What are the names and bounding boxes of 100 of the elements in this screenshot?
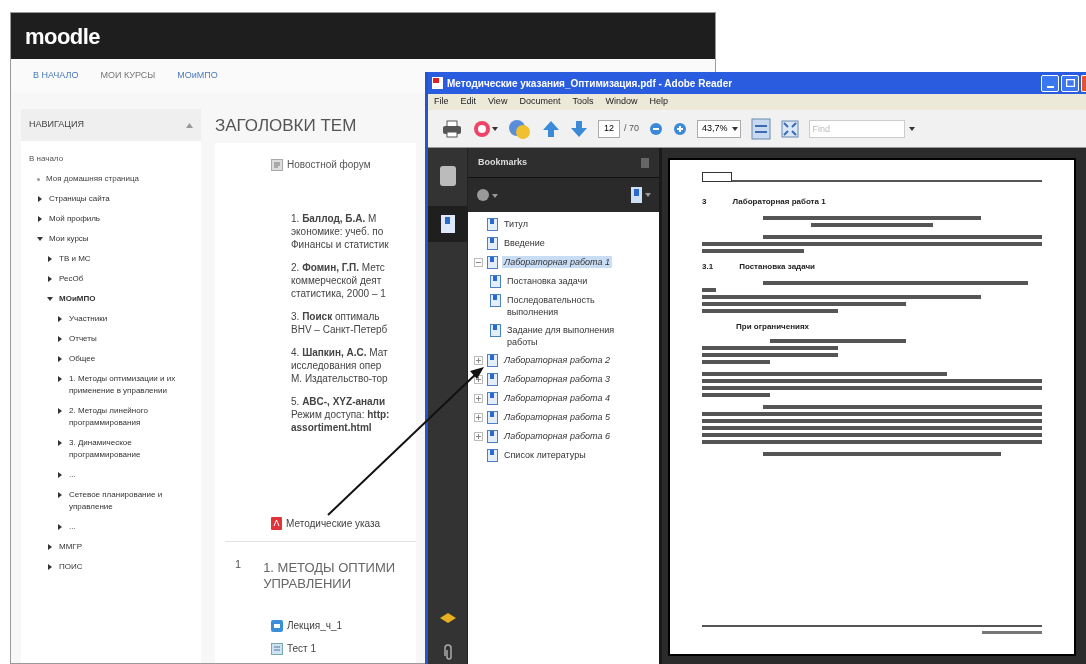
print-icon[interactable] — [442, 119, 462, 138]
chapter-number: 3 — [702, 196, 707, 208]
bookmark-item[interactable]: Постановка задачи — [505, 275, 590, 287]
tree-item[interactable]: ММГР — [59, 541, 82, 553]
expanded-icon[interactable] — [37, 236, 43, 242]
tree-item[interactable]: ... — [69, 469, 76, 481]
bookmark-item[interactable]: Лабораторная работа 3 — [502, 373, 612, 385]
collapse-toggle[interactable] — [474, 258, 483, 267]
dropdown-icon[interactable] — [908, 126, 915, 131]
panel-close-icon[interactable] — [641, 157, 649, 168]
minimize-icon — [1046, 85, 1054, 88]
options-icon[interactable] — [476, 188, 498, 202]
maximize-button[interactable] — [1061, 74, 1079, 92]
bookmark-icon — [487, 354, 498, 367]
expand-toggle[interactable] — [474, 394, 483, 403]
full-screen-icon[interactable] — [780, 119, 799, 138]
collapsed-icon[interactable] — [37, 216, 43, 222]
bookmark-item[interactable]: Список литературы — [502, 449, 588, 461]
forum-link[interactable]: Новостной форум — [287, 157, 371, 172]
next-page-icon[interactable] — [570, 119, 588, 138]
tree-item[interactable]: ... — [69, 521, 76, 533]
bookmark-item[interactable]: Задание для выполнения работы — [505, 324, 645, 348]
tree-item[interactable]: 1. Методы оптимизации и их применение в управлении — [69, 373, 179, 397]
tree-item[interactable]: ТВ и МС — [59, 253, 91, 265]
menu-item[interactable]: View — [488, 95, 508, 109]
collapsed-icon[interactable] — [57, 408, 63, 414]
collapsed-icon[interactable] — [57, 440, 63, 446]
bookmark-item[interactable]: Лабораторная работа 4 — [502, 392, 612, 404]
expanded-icon[interactable] — [47, 296, 53, 302]
tree-item[interactable]: Мой профиль — [49, 213, 100, 225]
pages-icon[interactable] — [439, 166, 456, 186]
tree-item[interactable]: Сетевое планирование и управление — [69, 489, 179, 513]
collapsed-icon[interactable] — [57, 336, 63, 342]
bookmark-item[interactable]: Лабораторная работа 2 — [502, 354, 612, 366]
menu-item[interactable]: Document — [519, 95, 561, 109]
collapsed-icon[interactable] — [57, 472, 63, 478]
collapsed-icon[interactable] — [57, 492, 63, 498]
minimize-button[interactable] — [1041, 74, 1059, 92]
tree-item[interactable]: Мои курсы — [49, 233, 89, 245]
previous-page-icon[interactable] — [542, 119, 560, 138]
menu-item[interactable]: Tools — [572, 95, 594, 109]
page-number-field[interactable]: 12 — [598, 119, 620, 138]
bookmarks-tab[interactable] — [427, 206, 468, 242]
tree-item[interactable]: 2. Методы линейного программирования — [69, 405, 179, 429]
tree-item[interactable]: МОиМПО — [59, 293, 96, 305]
reference-text: assortiment.html — [291, 421, 372, 434]
tree-item[interactable]: В начало — [29, 153, 64, 165]
bookmark-item[interactable]: Лабораторная работа 6 — [502, 430, 612, 442]
paperclip-icon[interactable] — [441, 644, 454, 662]
bookmark-item[interactable]: Введение — [502, 237, 547, 249]
bookmark-page-icon — [440, 215, 455, 233]
collapsed-icon[interactable] — [57, 524, 63, 530]
tree-item[interactable]: ПОИС — [59, 561, 83, 573]
section-title: УПРАВЛЕНИИ — [263, 576, 351, 592]
new-bookmark-icon[interactable] — [631, 187, 651, 203]
activity-link[interactable]: Тест 1 — [287, 641, 317, 656]
menu-item[interactable]: File — [434, 95, 449, 109]
bookmark-item[interactable]: Последовательность выполнения — [505, 294, 645, 318]
tree-item[interactable]: Участники — [69, 313, 108, 325]
collapsed-icon[interactable] — [57, 376, 63, 382]
menu-item[interactable]: Edit — [460, 95, 477, 109]
zoom-dropdown[interactable]: 43,7% — [697, 119, 741, 138]
reference-text: коммерческой деят — [291, 274, 382, 287]
collapsed-icon[interactable] — [37, 196, 43, 202]
activity-link[interactable]: Лекция_ч_1 — [287, 618, 343, 633]
zoom-in-icon[interactable] — [673, 121, 687, 136]
tree-item[interactable]: Отчеты — [69, 333, 97, 345]
tree-item[interactable]: Общее — [69, 353, 96, 365]
reference-text: 4. Шапкин, А.С. Мат — [291, 346, 388, 359]
tree-item[interactable]: 3. Динамическое программирование — [69, 437, 179, 461]
expand-toggle[interactable] — [474, 432, 483, 441]
collapsed-icon[interactable] — [57, 316, 63, 322]
share-icon[interactable] — [472, 118, 498, 139]
bookmark-item[interactable]: Лабораторная работа 1 — [502, 256, 612, 268]
nav-link[interactable]: МОИ КУРСЫ — [100, 69, 156, 83]
pdf-link[interactable]: Методические указа — [286, 516, 381, 531]
find-field[interactable]: Find — [808, 119, 905, 138]
window-title: Методические указания_Оптимизация.pdf - Adobe Reader — [447, 76, 734, 91]
collapsed-icon[interactable] — [47, 544, 53, 550]
logo[interactable]: moodle — [25, 19, 100, 53]
expand-toggle[interactable] — [474, 413, 483, 422]
fit-page-icon[interactable] — [750, 117, 771, 140]
reference-text: статистика, 2000 – 1 — [291, 287, 386, 300]
reference-text: 2. Фомин, Г.П. Метс — [291, 261, 385, 274]
menu-item[interactable]: Help — [649, 95, 668, 109]
expand-toggle[interactable] — [474, 356, 483, 365]
menu-item[interactable]: Window — [605, 95, 638, 109]
bookmark-item[interactable]: Лабораторная работа 5 — [502, 411, 612, 423]
tree-item[interactable]: Моя домашняя страница — [46, 173, 140, 185]
collapsed-icon[interactable] — [47, 276, 53, 282]
bookmark-item[interactable]: Титул — [502, 218, 530, 230]
zoom-out-icon[interactable] — [649, 121, 663, 136]
collapsed-icon[interactable] — [47, 564, 53, 570]
tree-item[interactable]: РесОб — [59, 273, 84, 285]
tree-item[interactable]: Страницы сайта — [49, 193, 110, 205]
collapsed-icon[interactable] — [47, 256, 53, 262]
nav-link[interactable]: МОиМПО — [177, 69, 218, 83]
collapsed-icon[interactable] — [57, 356, 63, 362]
dropdown-icon — [731, 126, 738, 131]
nav-link[interactable]: В НАЧАЛО — [33, 69, 79, 83]
